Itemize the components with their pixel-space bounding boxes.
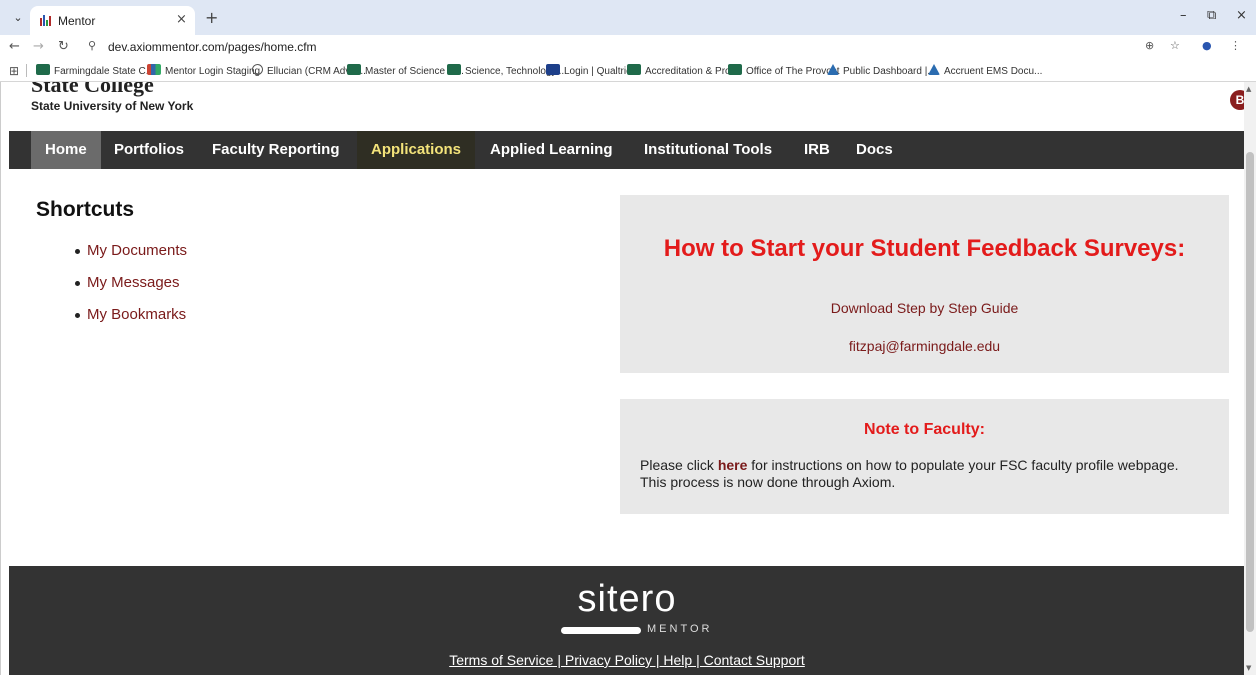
footer: sitero MENTOR Terms of Service | Privacy… — [9, 566, 1244, 675]
scrollbar-thumb[interactable] — [1246, 152, 1254, 632]
page-content: State College State University of New Yo… — [0, 82, 1244, 675]
fsc-icon — [36, 64, 50, 75]
qualtrics-icon — [546, 64, 560, 75]
reload-icon[interactable]: ↻ — [58, 39, 69, 54]
scroll-down-icon[interactable]: ▼ — [1246, 664, 1251, 672]
tab-title: Mentor — [58, 14, 96, 28]
nav-home[interactable]: Home — [31, 131, 101, 169]
shortcuts-title: Shortcuts — [36, 198, 135, 221]
bookmark-item[interactable]: Public Dashboard |... — [827, 64, 936, 78]
bookmark-item[interactable]: Login | Qualtrics — [546, 64, 636, 78]
address-url[interactable]: dev.axiommentor.com/pages/home.cfm — [108, 40, 317, 54]
nav-faculty-reporting[interactable]: Faculty Reporting — [198, 131, 354, 169]
fsc-icon — [447, 64, 461, 75]
browser-toolbar: ← → ↻ ⚲ dev.axiommentor.com/pages/home.c… — [0, 35, 1256, 60]
tab-search-icon[interactable]: ⌄ — [10, 10, 26, 26]
mentor-favicon-icon — [40, 14, 52, 26]
surveys-panel: How to Start your Student Feedback Surve… — [620, 195, 1229, 373]
nav-portfolios[interactable]: Portfolios — [100, 131, 198, 169]
shortcut-my-bookmarks[interactable]: My Bookmarks — [61, 306, 187, 338]
bookmark-item[interactable]: Accreditation & Pro... — [627, 64, 739, 78]
bookmark-item[interactable]: Office of The Provost — [728, 64, 840, 78]
scroll-up-icon[interactable]: ▲ — [1246, 85, 1251, 93]
shortcut-my-messages[interactable]: My Messages — [61, 274, 187, 306]
fsc-icon — [347, 64, 361, 75]
faculty-note-panel: Note to Faculty: Please click here for i… — [620, 399, 1229, 514]
university-name: State University of New York — [31, 99, 194, 113]
zoom-icon[interactable]: ⊕ — [1145, 39, 1154, 52]
browser-tab[interactable]: Mentor × — [30, 6, 195, 35]
guide-link[interactable]: Download Step by Step Guide — [620, 300, 1229, 316]
triangle-icon — [827, 64, 839, 75]
browser-tab-bar: ⌄ Mentor × + – ⧉ × — [0, 0, 1256, 35]
page-scrollbar[interactable]: ▲ ▼ — [1244, 82, 1256, 675]
college-name: State College — [31, 82, 154, 97]
contact-email[interactable]: fitzpaj@farmingdale.edu — [620, 338, 1229, 354]
apps-grid-icon[interactable]: ⊞ — [9, 64, 19, 78]
nav-applied-learning[interactable]: Applied Learning — [476, 131, 627, 169]
restore-icon[interactable]: ⧉ — [1207, 8, 1216, 23]
globe-icon — [252, 64, 263, 75]
fsc-icon — [627, 64, 641, 75]
bookmark-item[interactable]: Farmingdale State C... — [36, 64, 154, 78]
sitero-logo: sitero — [577, 578, 677, 620]
nav-institutional-tools[interactable]: Institutional Tools — [630, 131, 786, 169]
mentor-icon — [147, 64, 161, 75]
bookmark-item[interactable]: Mentor Login Staging — [147, 64, 260, 78]
nav-applications[interactable]: Applications — [357, 131, 476, 169]
profile-icon[interactable]: ● — [1202, 39, 1212, 52]
shortcut-list: My Documents My Messages My Bookmarks — [61, 242, 187, 338]
nav-irb[interactable]: IRB — [790, 131, 844, 169]
bookmarks-divider — [26, 64, 27, 77]
surveys-title: How to Start your Student Feedback Surve… — [663, 235, 1186, 262]
forward-icon[interactable]: → — [33, 39, 44, 54]
minimize-icon[interactable]: – — [1180, 8, 1187, 23]
tab-close-icon[interactable]: × — [176, 12, 187, 27]
main-nav: Home Portfolios Faculty Reporting Applic… — [9, 131, 1244, 169]
faculty-note-title: Note to Faculty: — [864, 421, 985, 438]
address-bar[interactable]: ⚲ dev.axiommentor.com/pages/home.cfm ⊕ ☆… — [80, 37, 1255, 57]
close-window-icon[interactable]: × — [1236, 8, 1247, 23]
logo-subtitle: MENTOR — [647, 623, 713, 635]
nav-docs[interactable]: Docs — [842, 131, 907, 169]
menu-icon[interactable]: ⋮ — [1230, 39, 1241, 52]
bookmark-star-icon[interactable]: ☆ — [1170, 39, 1180, 52]
here-link[interactable]: here — [718, 457, 748, 473]
bookmarks-bar: ⊞ Farmingdale State C... Mentor Login St… — [0, 60, 1256, 82]
back-icon[interactable]: ← — [9, 39, 20, 54]
site-info-icon[interactable]: ⚲ — [88, 39, 96, 52]
footer-links[interactable]: Terms of Service | Privacy Policy | Help… — [9, 652, 1244, 668]
fsc-icon — [728, 64, 742, 75]
new-tab-icon[interactable]: + — [205, 8, 218, 27]
logo-bar — [561, 627, 641, 634]
bookmark-item[interactable]: Accruent EMS Docu... — [928, 64, 1042, 78]
triangle-icon — [928, 64, 940, 75]
shortcut-my-documents[interactable]: My Documents — [61, 242, 187, 274]
faculty-note-text: Please click here for instructions on ho… — [640, 457, 1179, 490]
